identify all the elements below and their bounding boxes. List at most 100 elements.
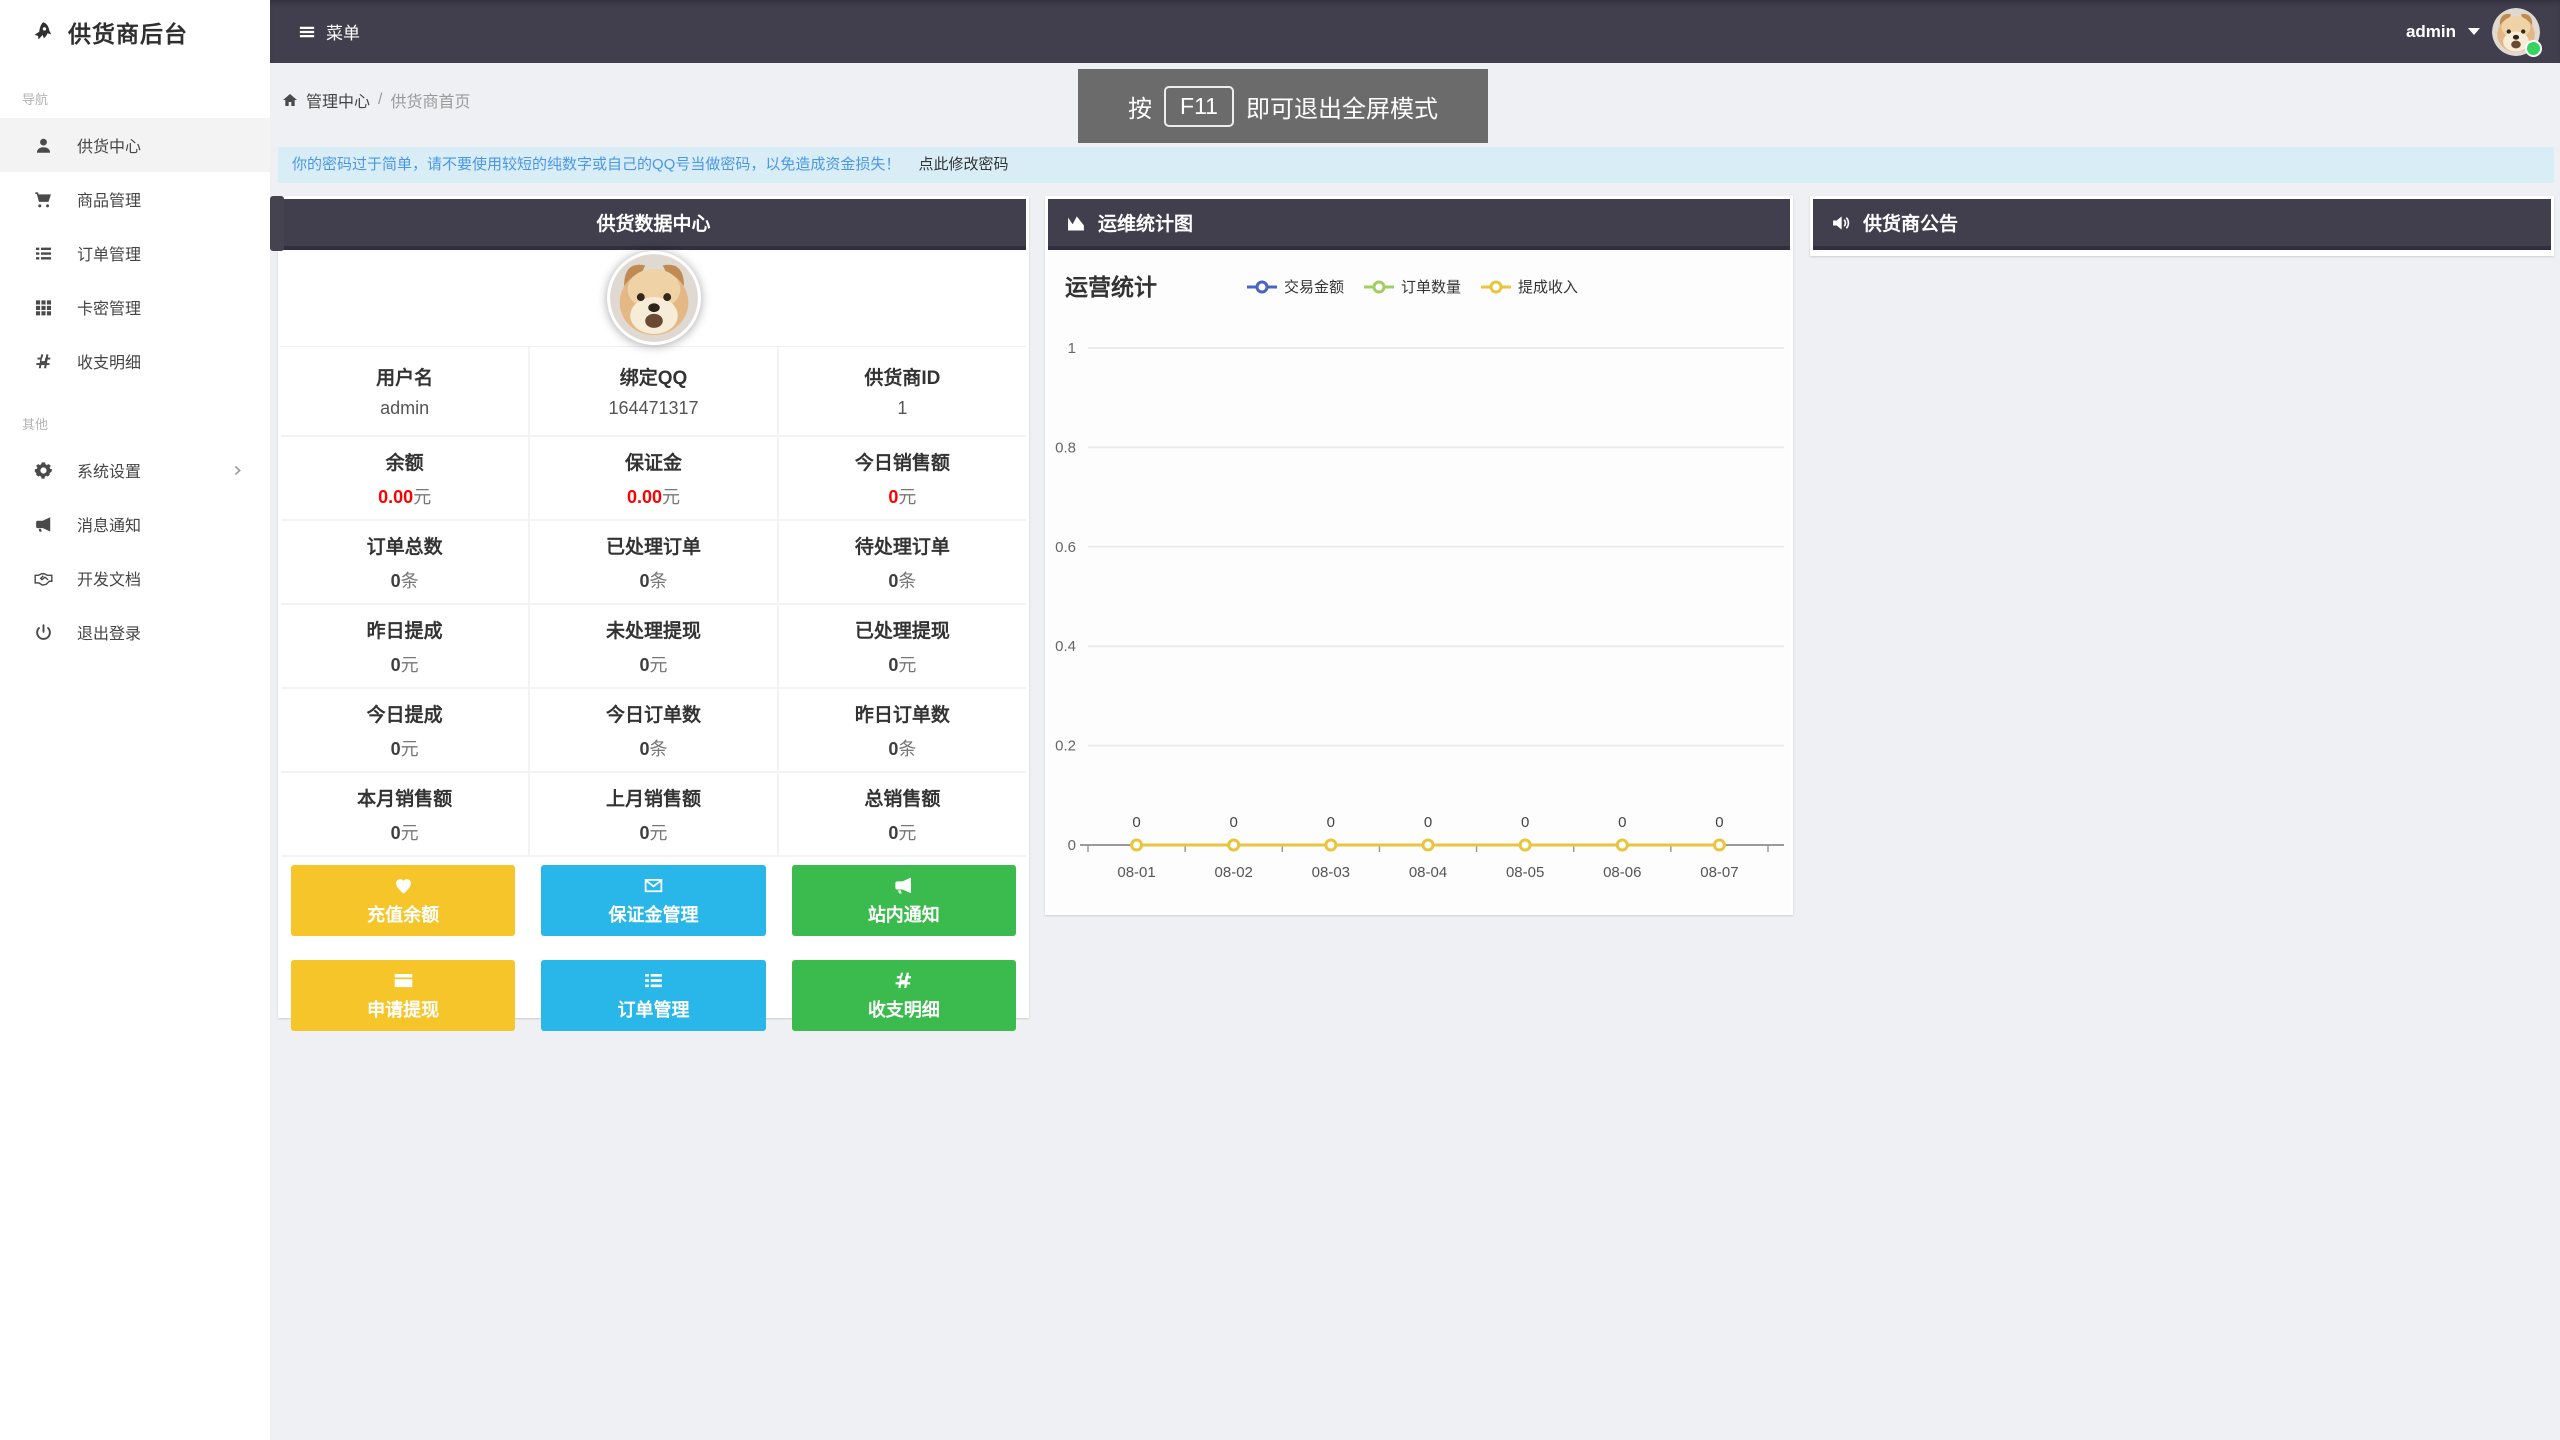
profile-avatar-block bbox=[281, 250, 1026, 347]
line-chart: 0 0.2 0.4 0.6 0.8 1 0 08-01 0 08-02 0 08-03 0 08-04 0 0… bbox=[1055, 340, 1784, 881]
stat-cell: 昨日提成 0元 bbox=[281, 603, 531, 689]
svg-text:08-05: 08-05 bbox=[1506, 864, 1544, 881]
stat-unit: 元 bbox=[662, 486, 681, 507]
app-title: 供货商后台 bbox=[68, 20, 188, 47]
sidebar-nav: 导航 供货中心 商品管理 订单管理 卡密管理 收支明细 其他 系统设置 消息通知 开发文档 退出登录 bbox=[0, 89, 270, 659]
sidebar-item-label: 收支明细 bbox=[77, 355, 142, 372]
stat-cell: 未处理提现 0元 bbox=[528, 603, 779, 689]
stat-cell: 用户名 admin bbox=[281, 347, 531, 437]
sidebar-item-dev-docs[interactable]: 开发文档 bbox=[0, 551, 270, 605]
stat-label: 昨日提成 bbox=[366, 620, 443, 642]
stat-unit: 元 bbox=[649, 654, 668, 675]
site-notice-button[interactable]: 站内通知 bbox=[791, 865, 1016, 936]
action-button-label: 申请提现 bbox=[367, 999, 440, 1020]
power-icon bbox=[34, 623, 53, 642]
chart-panel: 运维统计图 运营统计 交易金额 订单数量 提成收入 0 0.2 0.4 0.6 0.8 1 0 0… bbox=[1045, 196, 1793, 915]
dog-avatar-image bbox=[609, 254, 698, 342]
sidebar-item-message-notification[interactable]: 消息通知 bbox=[0, 497, 270, 551]
list-icon bbox=[643, 970, 664, 991]
stat-label: 今日订单数 bbox=[605, 704, 701, 726]
svg-text:08-06: 08-06 bbox=[1603, 864, 1641, 881]
notice-panel: 供货商公告 bbox=[1810, 196, 2554, 256]
sidebar-item-system-settings[interactable]: 系统设置 bbox=[0, 443, 270, 497]
sidebar-item-label: 系统设置 bbox=[77, 464, 142, 481]
f11-key-badge: F11 bbox=[1164, 85, 1234, 127]
sidebar-item-label: 卡密管理 bbox=[77, 301, 142, 318]
card-icon bbox=[393, 970, 414, 991]
recharge-balance-button[interactable]: 充值余额 bbox=[291, 865, 516, 936]
notice-panel-header: 供货商公告 bbox=[1813, 199, 2551, 250]
deposit-management-button[interactable]: 保证金管理 bbox=[541, 865, 766, 936]
stat-cell: 待处理订单 0条 bbox=[776, 519, 1026, 605]
svg-text:1: 1 bbox=[1068, 340, 1076, 357]
data-center-header: 供货数据中心 bbox=[281, 199, 1026, 250]
stat-cell: 今日销售额 0元 bbox=[776, 435, 1026, 521]
user-menu[interactable]: admin bbox=[2406, 0, 2542, 63]
stat-label: 绑定QQ bbox=[619, 368, 688, 389]
sidebar-scrollbar-thumb[interactable] bbox=[270, 196, 284, 251]
avatar[interactable] bbox=[2492, 7, 2542, 57]
breadcrumb-separator: / bbox=[378, 91, 383, 108]
income-expense-detail-button[interactable]: 收支明细 bbox=[791, 960, 1016, 1031]
volume-icon bbox=[1831, 213, 1851, 233]
stat-unit: 元 bbox=[400, 738, 419, 759]
sidebar-item-card-secret-management[interactable]: 卡密管理 bbox=[0, 280, 270, 334]
svg-text:0: 0 bbox=[1132, 814, 1140, 831]
list-icon bbox=[34, 244, 53, 263]
sidebar-item-label: 退出登录 bbox=[77, 626, 142, 643]
svg-text:08-01: 08-01 bbox=[1117, 864, 1155, 881]
order-management-button[interactable]: 订单管理 bbox=[541, 960, 766, 1031]
breadcrumb-current: 供货商首页 bbox=[390, 94, 471, 111]
svg-text:0: 0 bbox=[1424, 814, 1432, 831]
stat-value: 0.00 bbox=[626, 486, 663, 507]
stats-table: 用户名 admin 绑定QQ 164471317 供货商ID 1 余额 0.00元 保证金 0.0… bbox=[281, 347, 1026, 857]
heart-icon bbox=[393, 875, 414, 896]
stat-unit: 元 bbox=[400, 654, 419, 675]
stat-unit: 条 bbox=[649, 570, 668, 591]
svg-text:0: 0 bbox=[1715, 814, 1723, 831]
chart-panel-header: 运维统计图 bbox=[1048, 199, 1790, 250]
handshake-icon bbox=[34, 569, 53, 588]
svg-text:0.6: 0.6 bbox=[1055, 539, 1076, 556]
sidebar-item-product-management[interactable]: 商品管理 bbox=[0, 172, 270, 226]
stat-unit: 元 bbox=[400, 822, 419, 843]
action-button-label: 充值余额 bbox=[367, 904, 440, 925]
stat-label: 待处理订单 bbox=[854, 536, 950, 558]
sidebar-item-supply-center[interactable]: 供货中心 bbox=[0, 118, 270, 172]
stat-label: 用户名 bbox=[376, 368, 434, 389]
sidebar-item-order-management[interactable]: 订单管理 bbox=[0, 226, 270, 280]
change-password-link[interactable]: 点此修改密码 bbox=[919, 156, 1009, 173]
svg-text:0: 0 bbox=[1327, 814, 1335, 831]
action-button-label: 收支明细 bbox=[867, 999, 940, 1020]
stat-value: 0 bbox=[390, 570, 401, 591]
stat-value: 0 bbox=[888, 738, 899, 759]
stat-label: 上月销售额 bbox=[605, 788, 701, 810]
stat-cell: 已处理提现 0元 bbox=[776, 603, 1026, 689]
grid-icon bbox=[34, 298, 53, 317]
breadcrumb-home[interactable]: 管理中心 bbox=[306, 88, 370, 112]
stat-value: 1 bbox=[897, 398, 908, 418]
sidebar-item-label: 开发文档 bbox=[77, 572, 142, 589]
stat-unit: 条 bbox=[898, 570, 917, 591]
svg-text:0.2: 0.2 bbox=[1055, 738, 1076, 755]
svg-text:0.4: 0.4 bbox=[1055, 638, 1076, 655]
stat-value: 0 bbox=[888, 654, 899, 675]
menu-button[interactable]: 菜单 bbox=[270, 0, 388, 63]
sidebar-item-income-expense-detail[interactable]: 收支明细 bbox=[0, 334, 270, 388]
stat-value: admin bbox=[380, 398, 430, 418]
sidebar-item-logout[interactable]: 退出登录 bbox=[0, 605, 270, 659]
stat-unit: 元 bbox=[898, 486, 917, 507]
svg-text:0: 0 bbox=[1230, 814, 1238, 831]
area-chart-icon bbox=[1066, 213, 1086, 233]
sidebar-item-label: 供货中心 bbox=[77, 139, 142, 156]
sidebar-item-label: 商品管理 bbox=[77, 193, 142, 210]
stat-unit: 元 bbox=[898, 822, 917, 843]
stat-cell: 总销售额 0元 bbox=[776, 771, 1026, 857]
svg-text:0: 0 bbox=[1521, 814, 1529, 831]
apply-withdraw-button[interactable]: 申请提现 bbox=[291, 960, 516, 1031]
stat-unit: 条 bbox=[400, 570, 419, 591]
stat-value: 0 bbox=[639, 570, 650, 591]
stat-value: 0 bbox=[888, 570, 899, 591]
stat-cell: 今日订单数 0条 bbox=[528, 687, 779, 773]
stat-value: 0 bbox=[390, 654, 401, 675]
